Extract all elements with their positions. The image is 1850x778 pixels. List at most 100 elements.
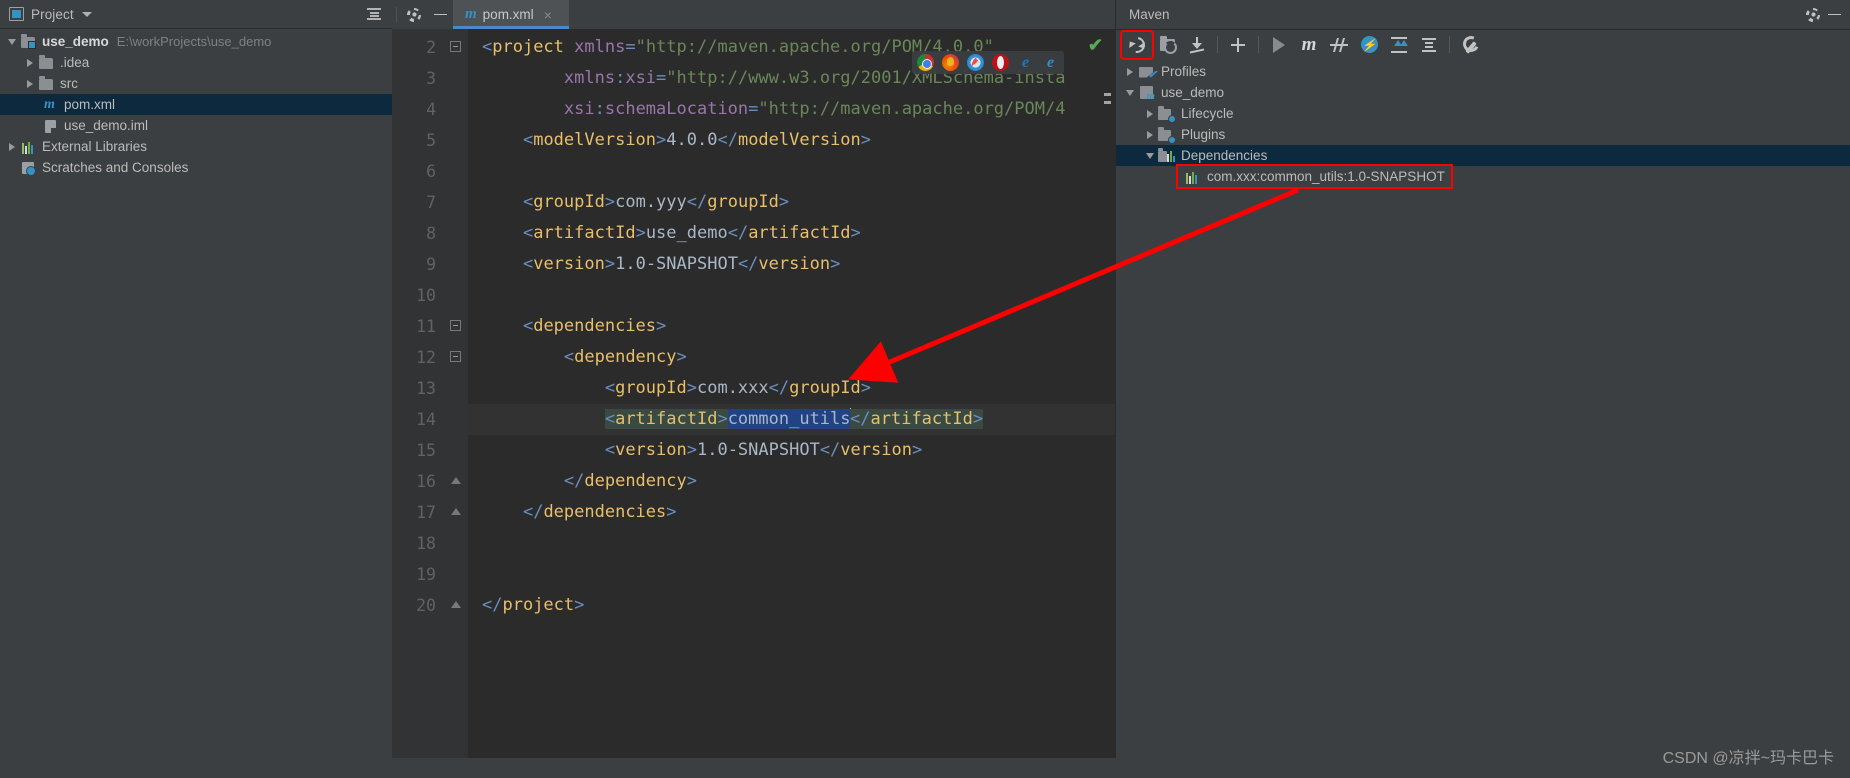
maven-item-lifecycle[interactable]: Lifecycle [1116,103,1850,124]
gutter-row: 5 [392,125,468,156]
gear-icon[interactable] [1802,7,1824,22]
code-line[interactable]: </project> [468,590,1115,621]
expand-arrow-icon[interactable] [1122,67,1138,76]
close-icon[interactable]: × [544,8,552,22]
library-icon [1184,169,1202,185]
opera-icon[interactable] [992,54,1009,71]
code-line[interactable]: <version>1.0-SNAPSHOT</version> [468,249,1115,280]
code-token: </ [563,471,585,491]
fold-icon[interactable] [450,41,461,52]
code-line[interactable]: </dependencies> [468,497,1115,528]
tree-item-scratches-and-consoles[interactable]: Scratches and Consoles [0,157,392,178]
intention-bulb-icon[interactable] [484,411,499,428]
toggle-skip-tests-button[interactable] [1324,32,1354,58]
code-line[interactable]: <version>1.0-SNAPSHOT</version> [468,435,1115,466]
safari-icon[interactable] [967,54,984,71]
code-line[interactable] [468,280,1115,311]
expand-arrow-icon[interactable] [4,38,20,45]
code-line[interactable]: <groupId>com.yyy</groupId> [468,187,1115,218]
line-number: 15 [416,441,436,460]
internet-explorer-icon[interactable]: e [1017,54,1034,71]
tree-item-idea[interactable]: .idea [0,52,392,73]
code-token: dependency [574,347,677,367]
collapse-all-button[interactable] [1414,32,1444,58]
execute-maven-goal-button[interactable]: m [1294,32,1324,58]
scrollbar-marker[interactable] [1104,101,1111,104]
gutter-row: 2 [392,32,468,63]
inspection-status-icon[interactable]: ✔ [1088,35,1103,56]
code-token: version [615,440,687,460]
maven-settings-button[interactable] [1455,32,1485,58]
edge-icon[interactable]: e [1042,54,1059,71]
dependencies-folder-icon [1158,148,1176,164]
maven-item-profiles[interactable]: ✔ Profiles [1116,61,1850,82]
code-line[interactable]: <dependency> [468,342,1115,373]
maven-item-dependency-row[interactable]: com.xxx:common_utils:1.0-SNAPSHOT [1116,164,1850,189]
code-token: > [860,378,872,398]
fold-icon[interactable] [451,508,461,515]
expand-all-button[interactable] [1384,32,1414,58]
expand-arrow-icon[interactable] [1142,109,1158,118]
firefox-icon[interactable] [942,54,959,71]
editor-gutter[interactable]: 2 3 4 5 6 7 8 9 10 11 12 13 14 15 16 17 … [392,29,468,778]
code-editor[interactable]: 2 3 4 5 6 7 8 9 10 11 12 13 14 15 16 17 … [392,29,1115,778]
maven-item-label: Plugins [1181,127,1226,142]
code-line[interactable] [468,559,1115,590]
code-token: dependencies [543,502,667,522]
code-line[interactable] [468,156,1115,187]
code-lines[interactable]: <project xmlns="http://maven.apache.org/… [468,29,1115,778]
expand-arrow-icon[interactable] [4,142,20,151]
expand-arrow-icon[interactable] [1122,89,1138,96]
expand-arrow-icon[interactable] [1142,152,1158,159]
tree-item-pom-xml[interactable]: m pom.xml [0,94,392,115]
fold-icon[interactable] [451,601,461,608]
expand-arrow-icon[interactable] [22,58,38,67]
code-token: artifactId [615,409,718,429]
run-button[interactable] [1264,32,1294,58]
code-token: com.yyy [615,192,687,212]
collapse-all-icon[interactable] [364,4,384,24]
maven-item-use_demo[interactable]: use_demo [1116,82,1850,103]
chevron-down-icon[interactable] [81,11,92,17]
fold-icon[interactable] [450,351,461,362]
code-token: > [656,316,667,336]
tree-item-src[interactable]: src [0,73,392,94]
maven-item-plugins[interactable]: Plugins [1116,124,1850,145]
tree-item-use_demo[interactable]: use_demo E:\workProjects\use_demo [0,31,392,52]
toolbar-separator [1217,36,1218,53]
line-number: 5 [426,131,436,150]
code-line[interactable]: xsi:schemaLocation="http://maven.apache.… [468,94,1115,125]
code-token: > [635,223,646,243]
tree-item-external-libraries[interactable]: External Libraries [0,136,392,157]
code-line[interactable]: </dependency> [468,466,1115,497]
code-line[interactable]: <artifactId>use_demo</artifactId> [468,218,1115,249]
highlighted-dependency-box[interactable]: com.xxx:common_utils:1.0-SNAPSHOT [1176,164,1453,189]
maven-item-dependencies[interactable]: Dependencies [1116,145,1850,166]
code-token: </ [686,192,708,212]
scrollbar-marker[interactable] [1104,93,1111,96]
reload-all-maven-projects-button[interactable] [1120,29,1154,60]
code-line[interactable]: <dependencies> [468,311,1115,342]
expand-arrow-icon[interactable] [1142,130,1158,139]
download-sources-button[interactable] [1182,32,1212,58]
tree-item-use_demo-iml[interactable]: use_demo.iml [0,115,392,136]
code-line[interactable] [468,528,1115,559]
fold-icon[interactable] [450,320,461,331]
minimize-icon[interactable] [427,0,453,29]
fold-icon[interactable] [451,477,461,484]
gear-icon[interactable] [401,0,427,29]
minimize-icon[interactable] [1824,13,1844,16]
code-line[interactable]: <artifactId>common_utils</artifactId> [468,404,1115,435]
expand-arrow-icon[interactable] [22,79,38,88]
browser-popup-toolbar[interactable]: e e [912,51,1064,74]
code-token: > [666,502,677,522]
code-line[interactable]: <modelVersion>4.0.0</modelVersion> [468,125,1115,156]
tab-pom-xml[interactable]: m pom.xml × [453,0,569,29]
code-line[interactable]: <groupId>com.xxx</groupId> [468,373,1115,404]
add-maven-project-button[interactable] [1152,32,1182,58]
code-token: dependency [584,471,687,491]
add-button[interactable] [1223,32,1253,58]
chrome-icon[interactable] [917,54,934,71]
folder-icon [38,76,55,92]
toggle-offline-mode-button[interactable]: ⚡ [1354,32,1384,58]
